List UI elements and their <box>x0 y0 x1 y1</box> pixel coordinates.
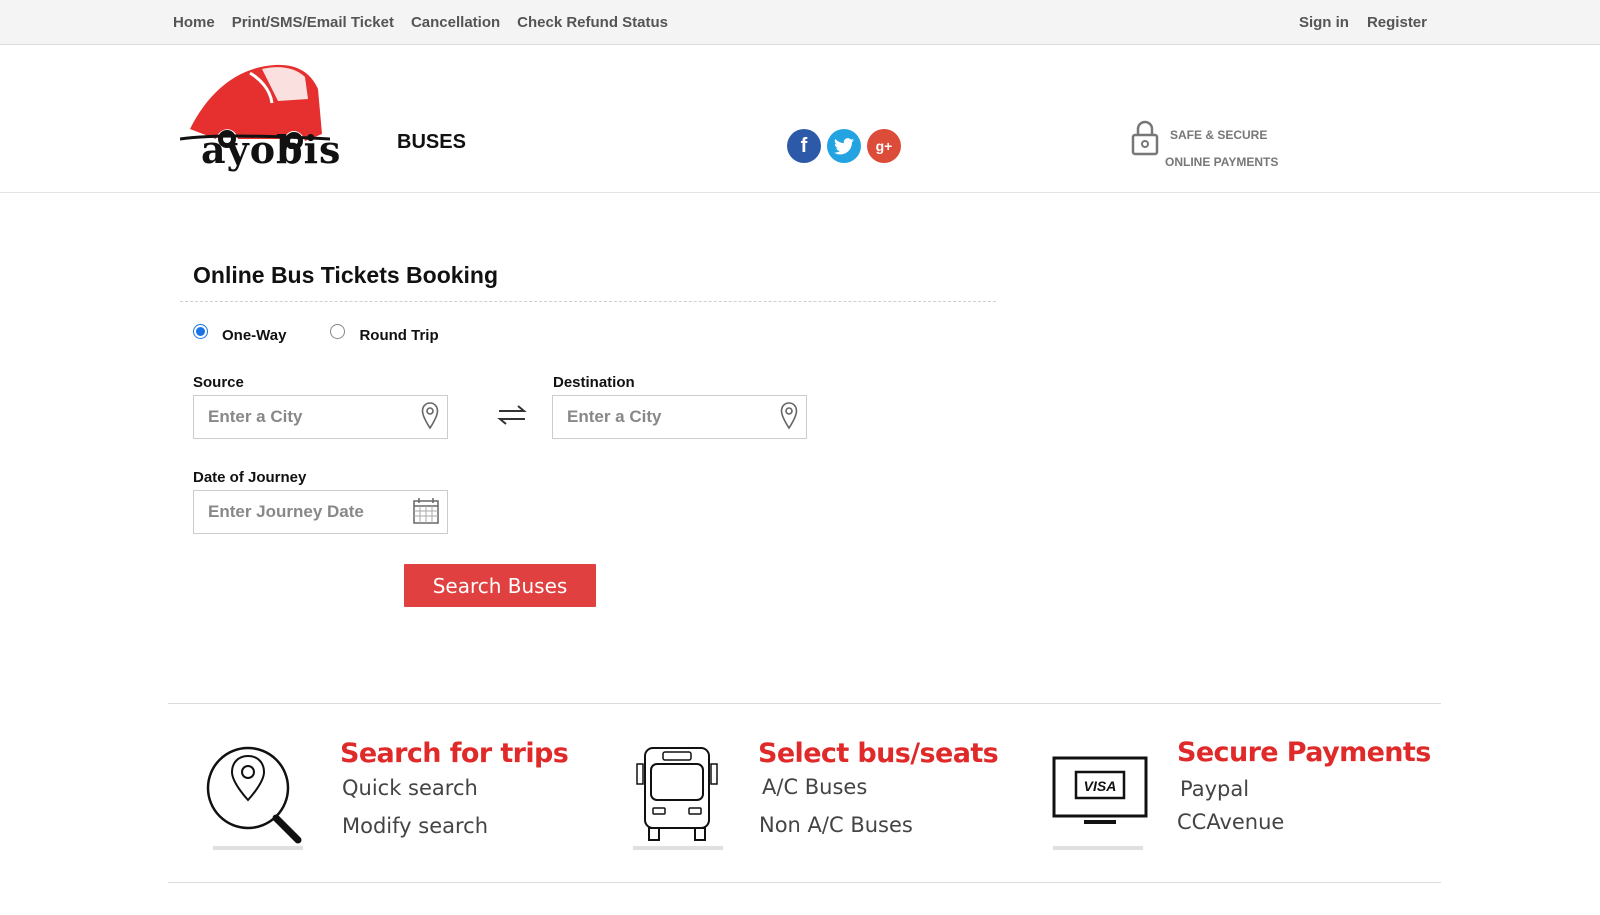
features-strip: Search for trips Quick search Modify sea… <box>168 703 1441 883</box>
google-plus-icon[interactable]: g+ <box>867 129 901 163</box>
nav-link-cancellation[interactable]: Cancellation <box>411 14 500 31</box>
trip-type-selector: One-Way Round Trip <box>193 324 483 344</box>
destination-field[interactable] <box>552 395 807 439</box>
page-title: Online Bus Tickets Booking <box>193 262 499 288</box>
feature-title: Secure Payments <box>1177 737 1431 768</box>
site-header: ayobis BUSES f g+ SAFE & SECURE ONLINE P… <box>0 45 1600 193</box>
feature-underline <box>213 846 303 850</box>
location-pin-icon <box>780 402 798 430</box>
top-navigation-bar: Home Print/SMS/Email Ticket Cancellation… <box>0 0 1600 45</box>
lock-icon <box>1131 120 1159 156</box>
trip-type-one-way[interactable]: One-Way <box>193 324 287 344</box>
source-field[interactable] <box>193 395 448 439</box>
trip-type-round-trip[interactable]: Round Trip <box>330 324 439 344</box>
twitter-bird-glyph <box>834 137 854 154</box>
round-trip-label: Round Trip <box>359 327 439 344</box>
feature-line: A/C Buses <box>762 775 868 799</box>
top-nav-left: Home Print/SMS/Email Ticket Cancellation… <box>173 0 685 44</box>
nav-link-print-ticket[interactable]: Print/SMS/Email Ticket <box>232 14 394 31</box>
secure-line-2: ONLINE PAYMENTS <box>1165 155 1279 169</box>
facebook-icon[interactable]: f <box>787 129 821 163</box>
feature-line: Non A/C Buses <box>759 813 913 837</box>
sign-in-link[interactable]: Sign in <box>1299 14 1349 31</box>
feature-line: Modify search <box>342 814 489 838</box>
date-of-journey-field[interactable] <box>193 490 448 534</box>
feature-underline <box>1053 846 1143 850</box>
feature-search-trips: Search for trips Quick search Modify sea… <box>168 704 588 884</box>
feature-line: Paypal <box>1180 777 1250 801</box>
ayobis-logo[interactable]: ayobis <box>180 59 345 179</box>
feature-line: Quick search <box>342 776 478 800</box>
top-nav-right: Sign in Register <box>1281 0 1427 44</box>
source-input[interactable] <box>208 397 408 437</box>
feature-underline <box>633 846 723 850</box>
swap-cities-icon[interactable] <box>497 404 527 426</box>
booking-form-header: Online Bus Tickets Booking <box>180 262 996 302</box>
feature-line: CCAvenue <box>1177 810 1285 834</box>
location-pin-icon <box>421 402 439 430</box>
round-trip-radio[interactable] <box>330 324 346 339</box>
date-of-journey-label: Date of Journey <box>193 469 307 486</box>
feature-select-bus-seats: Select bus/seats A/C Buses Non A/C Buses <box>588 704 1008 884</box>
section-label-buses[interactable]: BUSES <box>397 131 466 154</box>
nav-link-check-refund-status[interactable]: Check Refund Status <box>517 14 668 31</box>
safe-secure-payments-badge: SAFE & SECURE ONLINE PAYMENTS <box>1128 117 1328 177</box>
one-way-radio[interactable] <box>193 324 208 339</box>
one-way-label: One-Way <box>222 327 287 344</box>
svg-text:VISA: VISA <box>1084 778 1117 794</box>
feature-title: Search for trips <box>340 738 569 769</box>
logo-wordmark: ayobis <box>201 127 342 172</box>
calendar-icon[interactable] <box>413 497 439 525</box>
nav-link-home[interactable]: Home <box>173 14 215 31</box>
search-buses-button[interactable]: Search Buses <box>404 564 596 607</box>
social-links: f g+ <box>787 129 901 163</box>
feature-title: Select bus/seats <box>758 738 999 769</box>
secure-line-1: SAFE & SECURE <box>1170 128 1268 142</box>
register-link[interactable]: Register <box>1367 14 1427 31</box>
title-divider <box>180 301 996 302</box>
search-location-icon <box>206 746 302 844</box>
twitter-icon[interactable] <box>827 129 861 163</box>
feature-secure-payments: VISA Secure Payments Paypal CCAvenue <box>1008 704 1441 884</box>
source-label: Source <box>193 374 244 391</box>
visa-monitor-icon: VISA <box>1052 756 1148 824</box>
journey-date-input[interactable] <box>208 492 408 532</box>
destination-label: Destination <box>553 374 635 391</box>
bus-icon <box>636 747 718 841</box>
destination-input[interactable] <box>567 397 767 437</box>
